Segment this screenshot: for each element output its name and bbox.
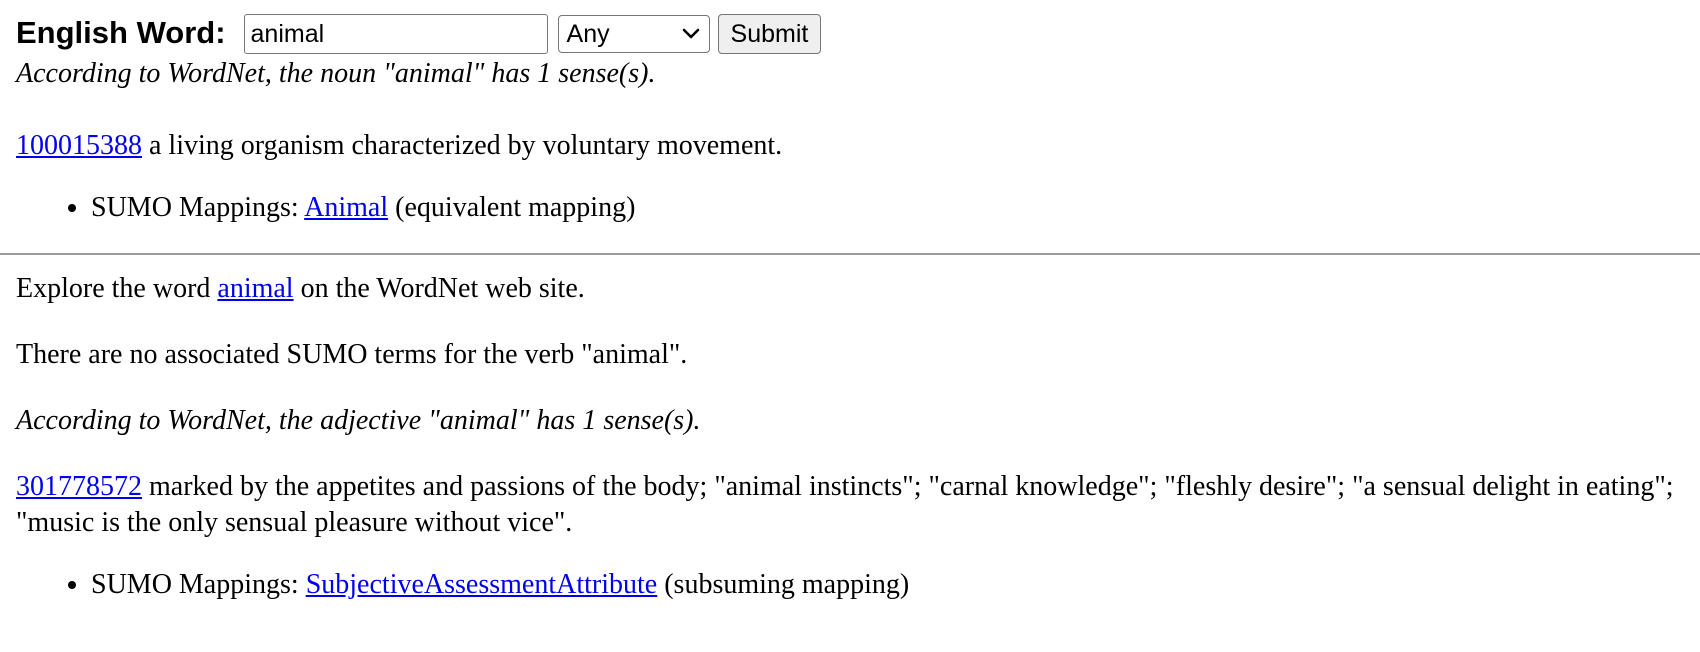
adjective-sumo-mapping-type: (subsuming mapping) xyxy=(657,568,910,600)
noun-sumo-mapping-type: (equivalent mapping) xyxy=(388,191,636,223)
explore-suffix: on the WordNet web site. xyxy=(293,273,585,305)
noun-sense-count-heading: According to WordNet, the noun "animal" … xyxy=(16,58,656,89)
chevron-down-icon xyxy=(682,28,699,39)
part-of-speech-selected-value: Any xyxy=(566,20,610,48)
search-form: English Word: Any Submit xyxy=(16,12,1684,56)
adjective-sense-count-heading: According to WordNet, the adjective "ani… xyxy=(16,405,701,437)
adjective-sumo-mapping-label: SUMO Mappings: xyxy=(91,568,306,600)
wordnet-word-link[interactable]: animal xyxy=(217,273,293,304)
noun-sense-entry: 100015388 a living organism characterize… xyxy=(16,128,1684,164)
explore-wordnet-line: Explore the word animal on the WordNet w… xyxy=(16,271,1684,307)
english-word-input[interactable] xyxy=(243,14,548,54)
noun-sumo-mapping-list: SUMO Mappings: Animal (equivalent mappin… xyxy=(16,190,1684,226)
english-word-label: English Word: xyxy=(16,15,226,51)
noun-sumo-term-link[interactable]: Animal xyxy=(304,192,388,223)
section-divider xyxy=(0,253,1700,256)
noun-sumo-mapping-label: SUMO Mappings: xyxy=(91,191,305,223)
adjective-sense-gloss: marked by the appetites and passions of … xyxy=(16,470,1674,538)
adjective-sumo-mapping-item: SUMO Mappings: SubjectiveAssessmentAttri… xyxy=(91,567,1684,603)
noun-sense-id-link[interactable]: 100015388 xyxy=(16,130,142,161)
page: English Word: Any Submit According to Wo… xyxy=(0,0,1700,603)
adjective-sense-id-link[interactable]: 301778572 xyxy=(16,471,142,502)
noun-sense-gloss: a living organism characterized by volun… xyxy=(142,129,783,161)
adjective-sense-entry: 301778572 marked by the appetites and pa… xyxy=(16,469,1684,541)
adjective-sumo-mapping-list: SUMO Mappings: SubjectiveAssessmentAttri… xyxy=(16,567,1684,603)
explore-prefix: Explore the word xyxy=(16,273,218,305)
adjective-sumo-term-link[interactable]: SubjectiveAssessmentAttribute xyxy=(306,569,658,600)
part-of-speech-select[interactable]: Any xyxy=(557,15,710,53)
verb-no-terms-message: There are no associated SUMO terms for t… xyxy=(16,339,688,371)
noun-sumo-mapping-item: SUMO Mappings: Animal (equivalent mappin… xyxy=(91,190,1684,226)
submit-button[interactable]: Submit xyxy=(717,14,822,54)
